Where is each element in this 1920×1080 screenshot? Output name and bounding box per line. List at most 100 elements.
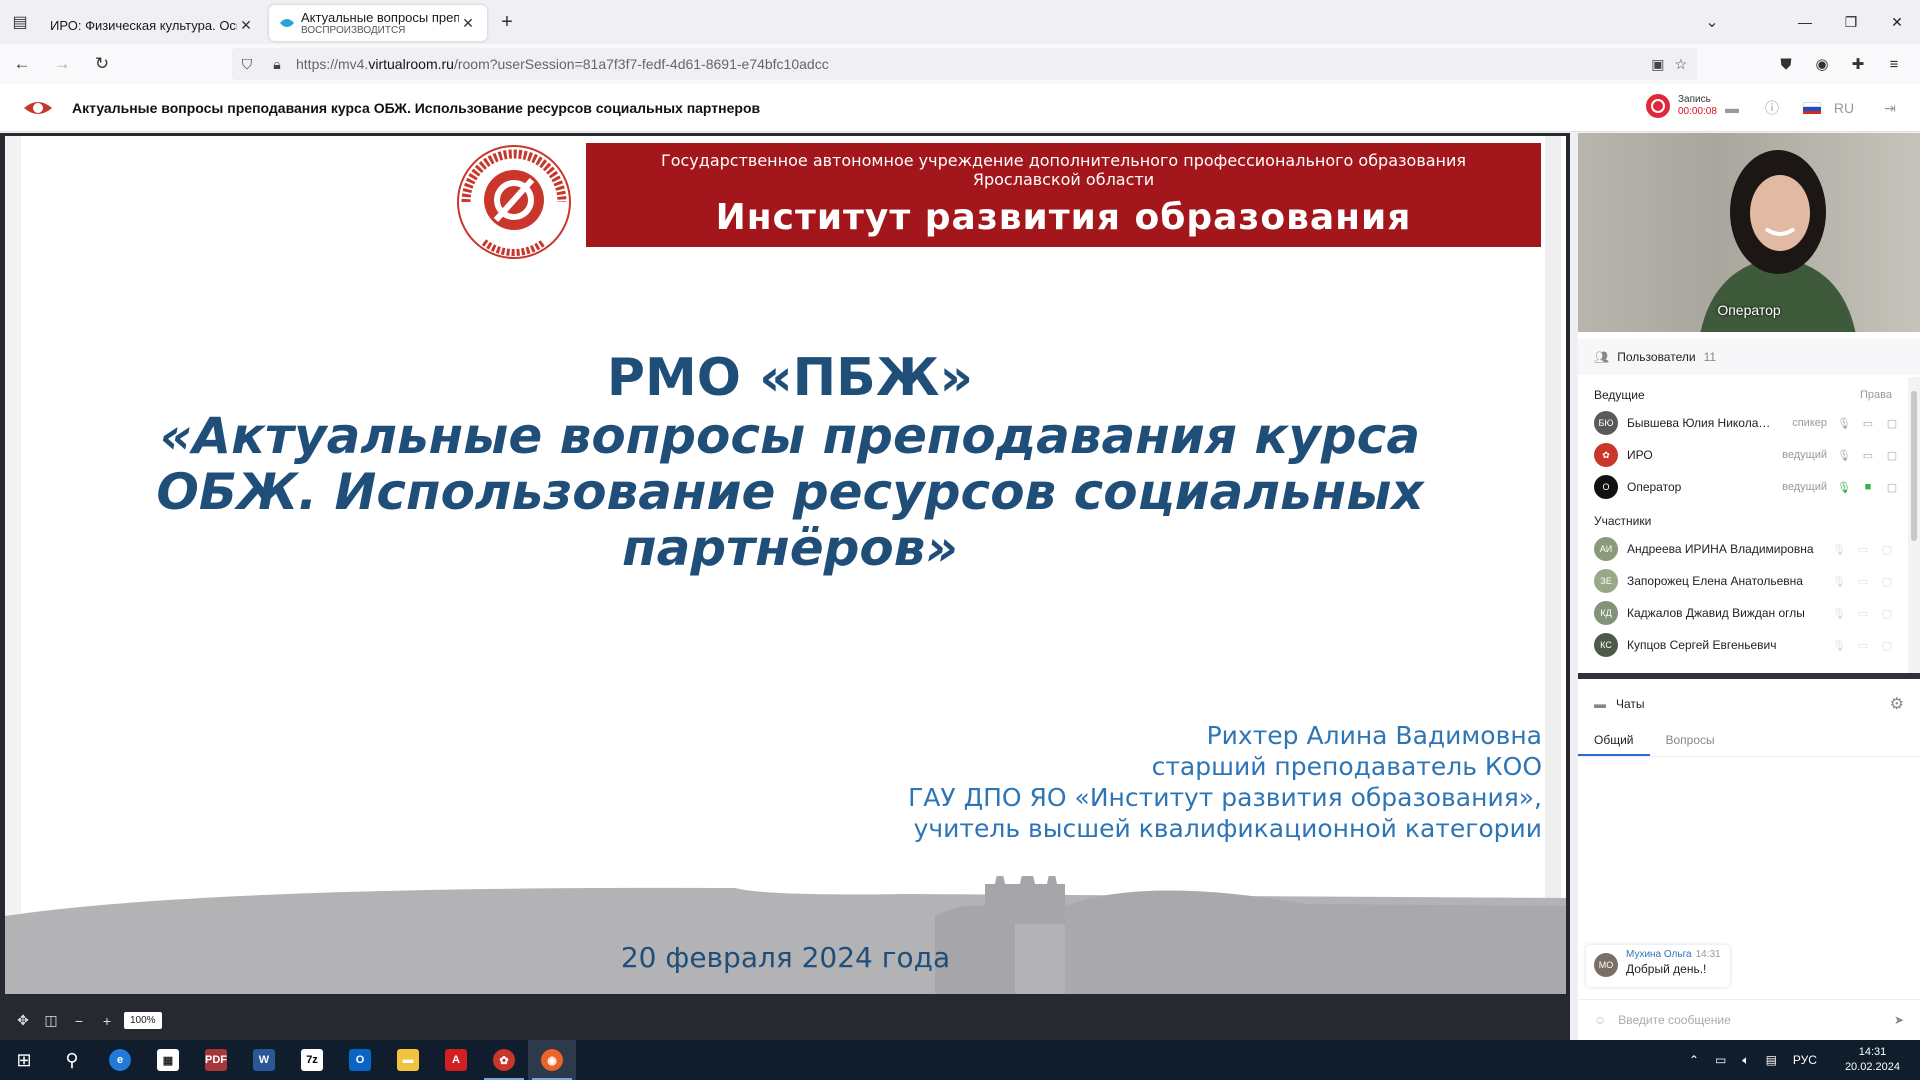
folder-icon[interactable]: ▬ [1712, 96, 1752, 120]
mic-off-icon[interactable]: 🎙︎ [1832, 543, 1846, 556]
mic-on-icon[interactable]: 🎙︎ [1837, 481, 1851, 494]
screen-share-icon[interactable]: ▢ [1885, 449, 1899, 462]
mic-off-icon[interactable]: 🎙︎ [1832, 639, 1846, 652]
camera-off-icon[interactable]: ▭ [1856, 639, 1870, 652]
mic-off-icon[interactable]: 🎙︎ [1837, 417, 1851, 430]
exit-icon[interactable]: ⇥ [1870, 96, 1910, 120]
network-icon[interactable]: ▭ [1707, 1053, 1734, 1067]
lock-icon[interactable]: 🔒︎ [262, 56, 292, 73]
user-row[interactable]: БЮ Бывшева Юлия Никола… спикер 🎙︎ ▭ ▢ [1578, 407, 1908, 439]
info-icon[interactable]: ⓘ [1752, 96, 1792, 120]
close-icon[interactable]: ✕ [237, 17, 255, 34]
notification-icon[interactable]: ▤ [1758, 1053, 1785, 1067]
tab-list-icon[interactable]: ▤ [0, 0, 40, 44]
chevron-down-icon[interactable]: ⌄ [1692, 0, 1732, 44]
user-role: спикер [1792, 417, 1827, 429]
camera-off-icon[interactable]: ▭ [1861, 417, 1875, 430]
iro-seal-logo [457, 145, 571, 259]
user-list-scrollbar[interactable] [1908, 377, 1920, 673]
user-row[interactable]: АИ Андреева ИРИНА Владимировна 🎙︎ ▭ ▢ [1578, 533, 1908, 565]
screen-share-icon[interactable]: ▢ [1880, 575, 1894, 588]
panel-resize-handle[interactable] [1578, 673, 1920, 679]
recording-indicator[interactable]: Запись 00:00:08 [1646, 94, 1717, 118]
tab-questions[interactable]: Вопросы [1650, 725, 1731, 756]
pocket-icon[interactable]: ⛊ [1770, 48, 1802, 80]
chat-input[interactable]: ☺ Введите сообщение ➤ [1578, 999, 1920, 1039]
back-button[interactable]: ← [4, 48, 40, 80]
outlook-icon[interactable]: O [336, 1040, 384, 1080]
scrollbar-thumb[interactable] [1911, 391, 1917, 541]
menu-icon[interactable]: ≡ [1878, 48, 1910, 80]
language-label[interactable]: RU [1824, 96, 1864, 120]
browser-tab-iro[interactable]: ИРО: Физическая культура. Основ ✕ [40, 6, 265, 44]
restore-button[interactable]: ❐ [1828, 0, 1874, 44]
url-text[interactable]: https://mv4.virtualroom.ru/room?userSess… [292, 56, 1651, 72]
camera-on-icon[interactable]: ■ [1861, 481, 1875, 494]
avatar: КД [1594, 601, 1618, 625]
screen-share-icon[interactable]: ▢ [1880, 639, 1894, 652]
reload-button[interactable]: ↻ [84, 48, 120, 80]
user-row[interactable]: КД Каджалов Джавид Виждан оглы 🎙︎ ▭ ▢ [1578, 597, 1908, 629]
screen-share-icon[interactable]: ▢ [1885, 481, 1899, 494]
minimize-button[interactable]: — [1782, 0, 1828, 44]
account-icon[interactable]: ◉ [1806, 48, 1838, 80]
window-controls: — ❐ ✕ [1782, 0, 1920, 44]
keyboard-language[interactable]: РУС [1785, 1053, 1825, 1067]
emoji-icon[interactable]: ☺ [1594, 1013, 1606, 1027]
pan-icon[interactable]: ✥ [12, 1010, 34, 1032]
shield-icon[interactable]: ⛉ [232, 56, 262, 73]
pdf-reader-icon[interactable]: PDF [192, 1040, 240, 1080]
word-icon[interactable]: W [240, 1040, 288, 1080]
user-row[interactable]: О Оператор ведущий 🎙︎ ■ ▢ [1578, 471, 1908, 503]
forward-button[interactable]: → [44, 48, 80, 80]
firefox-icon[interactable]: ◉ [528, 1040, 576, 1080]
fit-width-icon[interactable]: ◫ [40, 1010, 62, 1032]
screen-share-icon[interactable]: ▢ [1880, 607, 1894, 620]
user-row[interactable]: ЗЕ Запорожец Елена Анатольевна 🎙︎ ▭ ▢ [1578, 565, 1908, 597]
edge-icon[interactable]: e [96, 1040, 144, 1080]
store-icon[interactable]: ▦ [144, 1040, 192, 1080]
bookmark-star-icon[interactable]: ☆ [1674, 56, 1687, 73]
mic-off-icon[interactable]: 🎙︎ [1832, 575, 1846, 588]
author-organization: ГАУ ДПО ЯО «Институт развития образовани… [908, 783, 1542, 812]
clock[interactable]: 14:31 20.02.2024 [1825, 1045, 1920, 1075]
close-window-button[interactable]: ✕ [1874, 0, 1920, 44]
close-icon[interactable]: ✕ [459, 15, 477, 32]
user-row[interactable]: ✿ ИРО ведущий 🎙︎ ▭ ▢ [1578, 439, 1908, 471]
gear-icon[interactable]: ⚙ [1890, 694, 1904, 714]
camera-off-icon[interactable]: ▭ [1856, 543, 1870, 556]
acrobat-icon[interactable]: A [432, 1040, 480, 1080]
tab-title: Актуальные вопросы препода [301, 10, 459, 25]
message-text: Добрый день.! [1626, 962, 1707, 976]
screen-share-icon[interactable]: ▢ [1880, 543, 1894, 556]
search-icon[interactable]: ⚲ [48, 1040, 96, 1080]
browser-tab-active[interactable]: Актуальные вопросы препода ВОСПРОИЗВОДИТ… [269, 5, 487, 41]
7zip-icon[interactable]: 7z [288, 1040, 336, 1080]
banner-line-1: Государственное автономное учреждение до… [660, 151, 1467, 170]
camera-off-icon[interactable]: ▭ [1856, 575, 1870, 588]
send-icon[interactable]: ➤ [1894, 1013, 1904, 1027]
camera-off-icon[interactable]: ▭ [1856, 607, 1870, 620]
slide-date: 20 февраля 2024 года [620, 941, 951, 974]
mic-off-icon[interactable]: 🎙︎ [1832, 607, 1846, 620]
screen-share-icon[interactable]: ▢ [1885, 417, 1899, 430]
message-author[interactable]: Мухина Ольга [1626, 949, 1692, 960]
zoom-level[interactable]: 100% [124, 1012, 162, 1029]
tab-general[interactable]: Общий [1578, 725, 1650, 756]
mic-off-icon[interactable]: 🎙︎ [1837, 449, 1851, 462]
file-explorer-icon[interactable]: ▬ [384, 1040, 432, 1080]
chevron-up-icon[interactable]: ⌃ [1681, 1053, 1707, 1067]
users-header[interactable]: 👥︎ Пользователи 11 [1578, 339, 1920, 375]
zoom-out-button[interactable]: − [68, 1010, 90, 1032]
address-bar[interactable]: ⛉ 🔒︎ https://mv4.virtualroom.ru/room?use… [232, 48, 1697, 80]
camera-off-icon[interactable]: ▭ [1861, 449, 1875, 462]
user-row[interactable]: КС Купцов Сергей Евгеньевич 🎙︎ ▭ ▢ [1578, 629, 1908, 661]
iro-app-icon[interactable]: ✿ [480, 1040, 528, 1080]
new-tab-button[interactable]: + [491, 0, 523, 44]
screen-share-icon[interactable]: ▣ [1651, 56, 1664, 73]
zoom-in-button[interactable]: + [96, 1010, 118, 1032]
volume-icon[interactable]: 🔈︎ [1734, 1053, 1757, 1068]
extensions-icon[interactable]: ✚ [1842, 48, 1874, 80]
start-button[interactable]: ⊞ [0, 1040, 48, 1080]
video-tile[interactable]: Оператор [1578, 133, 1920, 332]
